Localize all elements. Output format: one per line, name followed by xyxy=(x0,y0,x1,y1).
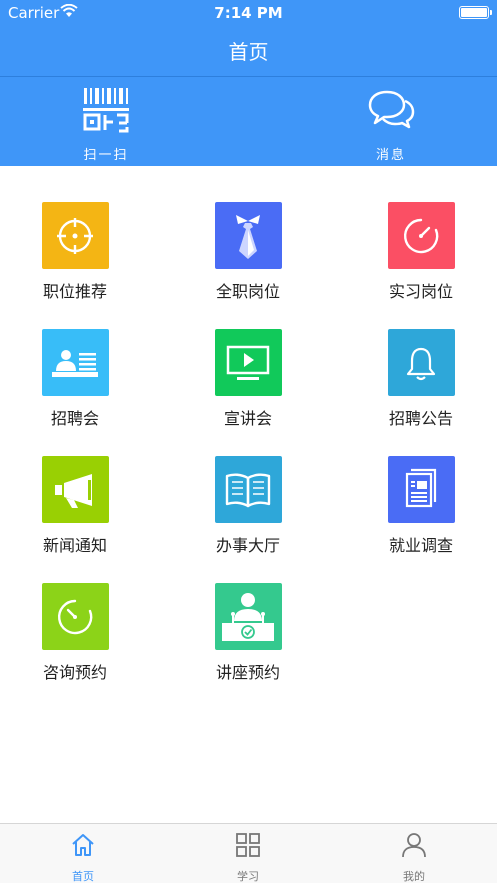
necktie-icon xyxy=(236,214,260,259)
grid-item-label: 全职岗位 xyxy=(215,282,280,301)
target-icon xyxy=(57,217,93,254)
grid-icon xyxy=(236,833,260,857)
lecturer-podium-icon xyxy=(222,592,274,641)
status-time: 7:14 PM xyxy=(214,4,283,22)
top-bar: Carrier 7:14 PM 首页 扫一扫 消息 xyxy=(0,0,497,166)
announcement-tile xyxy=(387,329,455,396)
tab-bar: 首页 学习 我的 xyxy=(0,823,497,883)
grid-item-internship[interactable]: 实习岗位 xyxy=(346,202,496,302)
grid-item-service-hall[interactable]: 办事大厅 xyxy=(173,456,323,556)
grid-item-label: 招聘公告 xyxy=(388,409,453,428)
clock-icon xyxy=(58,599,93,634)
megaphone-icon xyxy=(55,473,92,508)
grid-item-fulltime[interactable]: 全职岗位 xyxy=(173,202,323,302)
grid-item-presentation[interactable]: 宣讲会 xyxy=(173,329,323,429)
fulltime-tile xyxy=(214,202,282,269)
home-icon xyxy=(72,834,94,856)
grid-item-label: 新闻通知 xyxy=(42,536,107,555)
grid-item-job-recommend[interactable]: 职位推荐 xyxy=(0,202,150,302)
video-screen-icon xyxy=(226,345,270,380)
scan-button[interactable]: 扫一扫 xyxy=(56,86,156,163)
consult-tile xyxy=(41,583,109,650)
page-title: 首页 xyxy=(228,40,269,64)
user-icon xyxy=(402,833,426,858)
bell-icon xyxy=(406,347,436,380)
clock-icon xyxy=(404,218,439,253)
news-tile xyxy=(41,456,109,523)
tab-home[interactable]: 首页 xyxy=(43,832,123,883)
scan-label: 扫一扫 xyxy=(83,148,129,163)
header-divider xyxy=(0,76,497,77)
tab-home-label: 首页 xyxy=(72,870,94,883)
presentation-tile xyxy=(214,329,282,396)
messages-label: 消息 xyxy=(375,148,406,163)
grid-item-label: 实习岗位 xyxy=(388,282,453,301)
grid-item-label: 就业调查 xyxy=(388,536,453,555)
tab-mine[interactable]: 我的 xyxy=(374,832,454,883)
grid-item-label: 职位推荐 xyxy=(42,282,107,301)
job-fair-tile xyxy=(41,329,109,396)
grid-item-label: 宣讲会 xyxy=(223,409,272,428)
grid-item-job-fair[interactable]: 招聘会 xyxy=(0,329,150,429)
grid-item-survey[interactable]: 就业调查 xyxy=(346,456,496,556)
tab-study-label: 学习 xyxy=(237,870,259,883)
battery-icon xyxy=(459,6,489,19)
id-card-icon xyxy=(52,349,98,377)
survey-tile xyxy=(387,456,455,523)
status-bar: Carrier 7:14 PM xyxy=(0,0,497,26)
messages-button[interactable]: 消息 xyxy=(341,86,441,163)
internship-tile xyxy=(387,202,455,269)
lecture-tile xyxy=(214,583,282,650)
grid-item-news[interactable]: 新闻通知 xyxy=(0,456,150,556)
open-book-icon xyxy=(225,472,271,507)
grid-item-lecture[interactable]: 讲座预约 xyxy=(173,583,323,683)
chat-bubbles-icon xyxy=(368,90,415,129)
qr-scan-icon xyxy=(83,88,129,133)
grid-item-label: 咨询预约 xyxy=(42,663,107,682)
grid-item-label: 讲座预约 xyxy=(215,663,280,682)
job-recommend-tile xyxy=(41,202,109,269)
tab-study[interactable]: 学习 xyxy=(208,832,288,883)
grid-item-announcement[interactable]: 招聘公告 xyxy=(346,329,496,429)
battery-tip xyxy=(490,10,492,15)
grid-item-consult[interactable]: 咨询预约 xyxy=(0,583,150,683)
grid-item-label: 办事大厅 xyxy=(215,536,280,555)
grid-item-label: 招聘会 xyxy=(50,409,99,428)
service-hall-tile xyxy=(214,456,282,523)
tab-mine-label: 我的 xyxy=(403,870,425,883)
document-icon xyxy=(405,468,437,507)
